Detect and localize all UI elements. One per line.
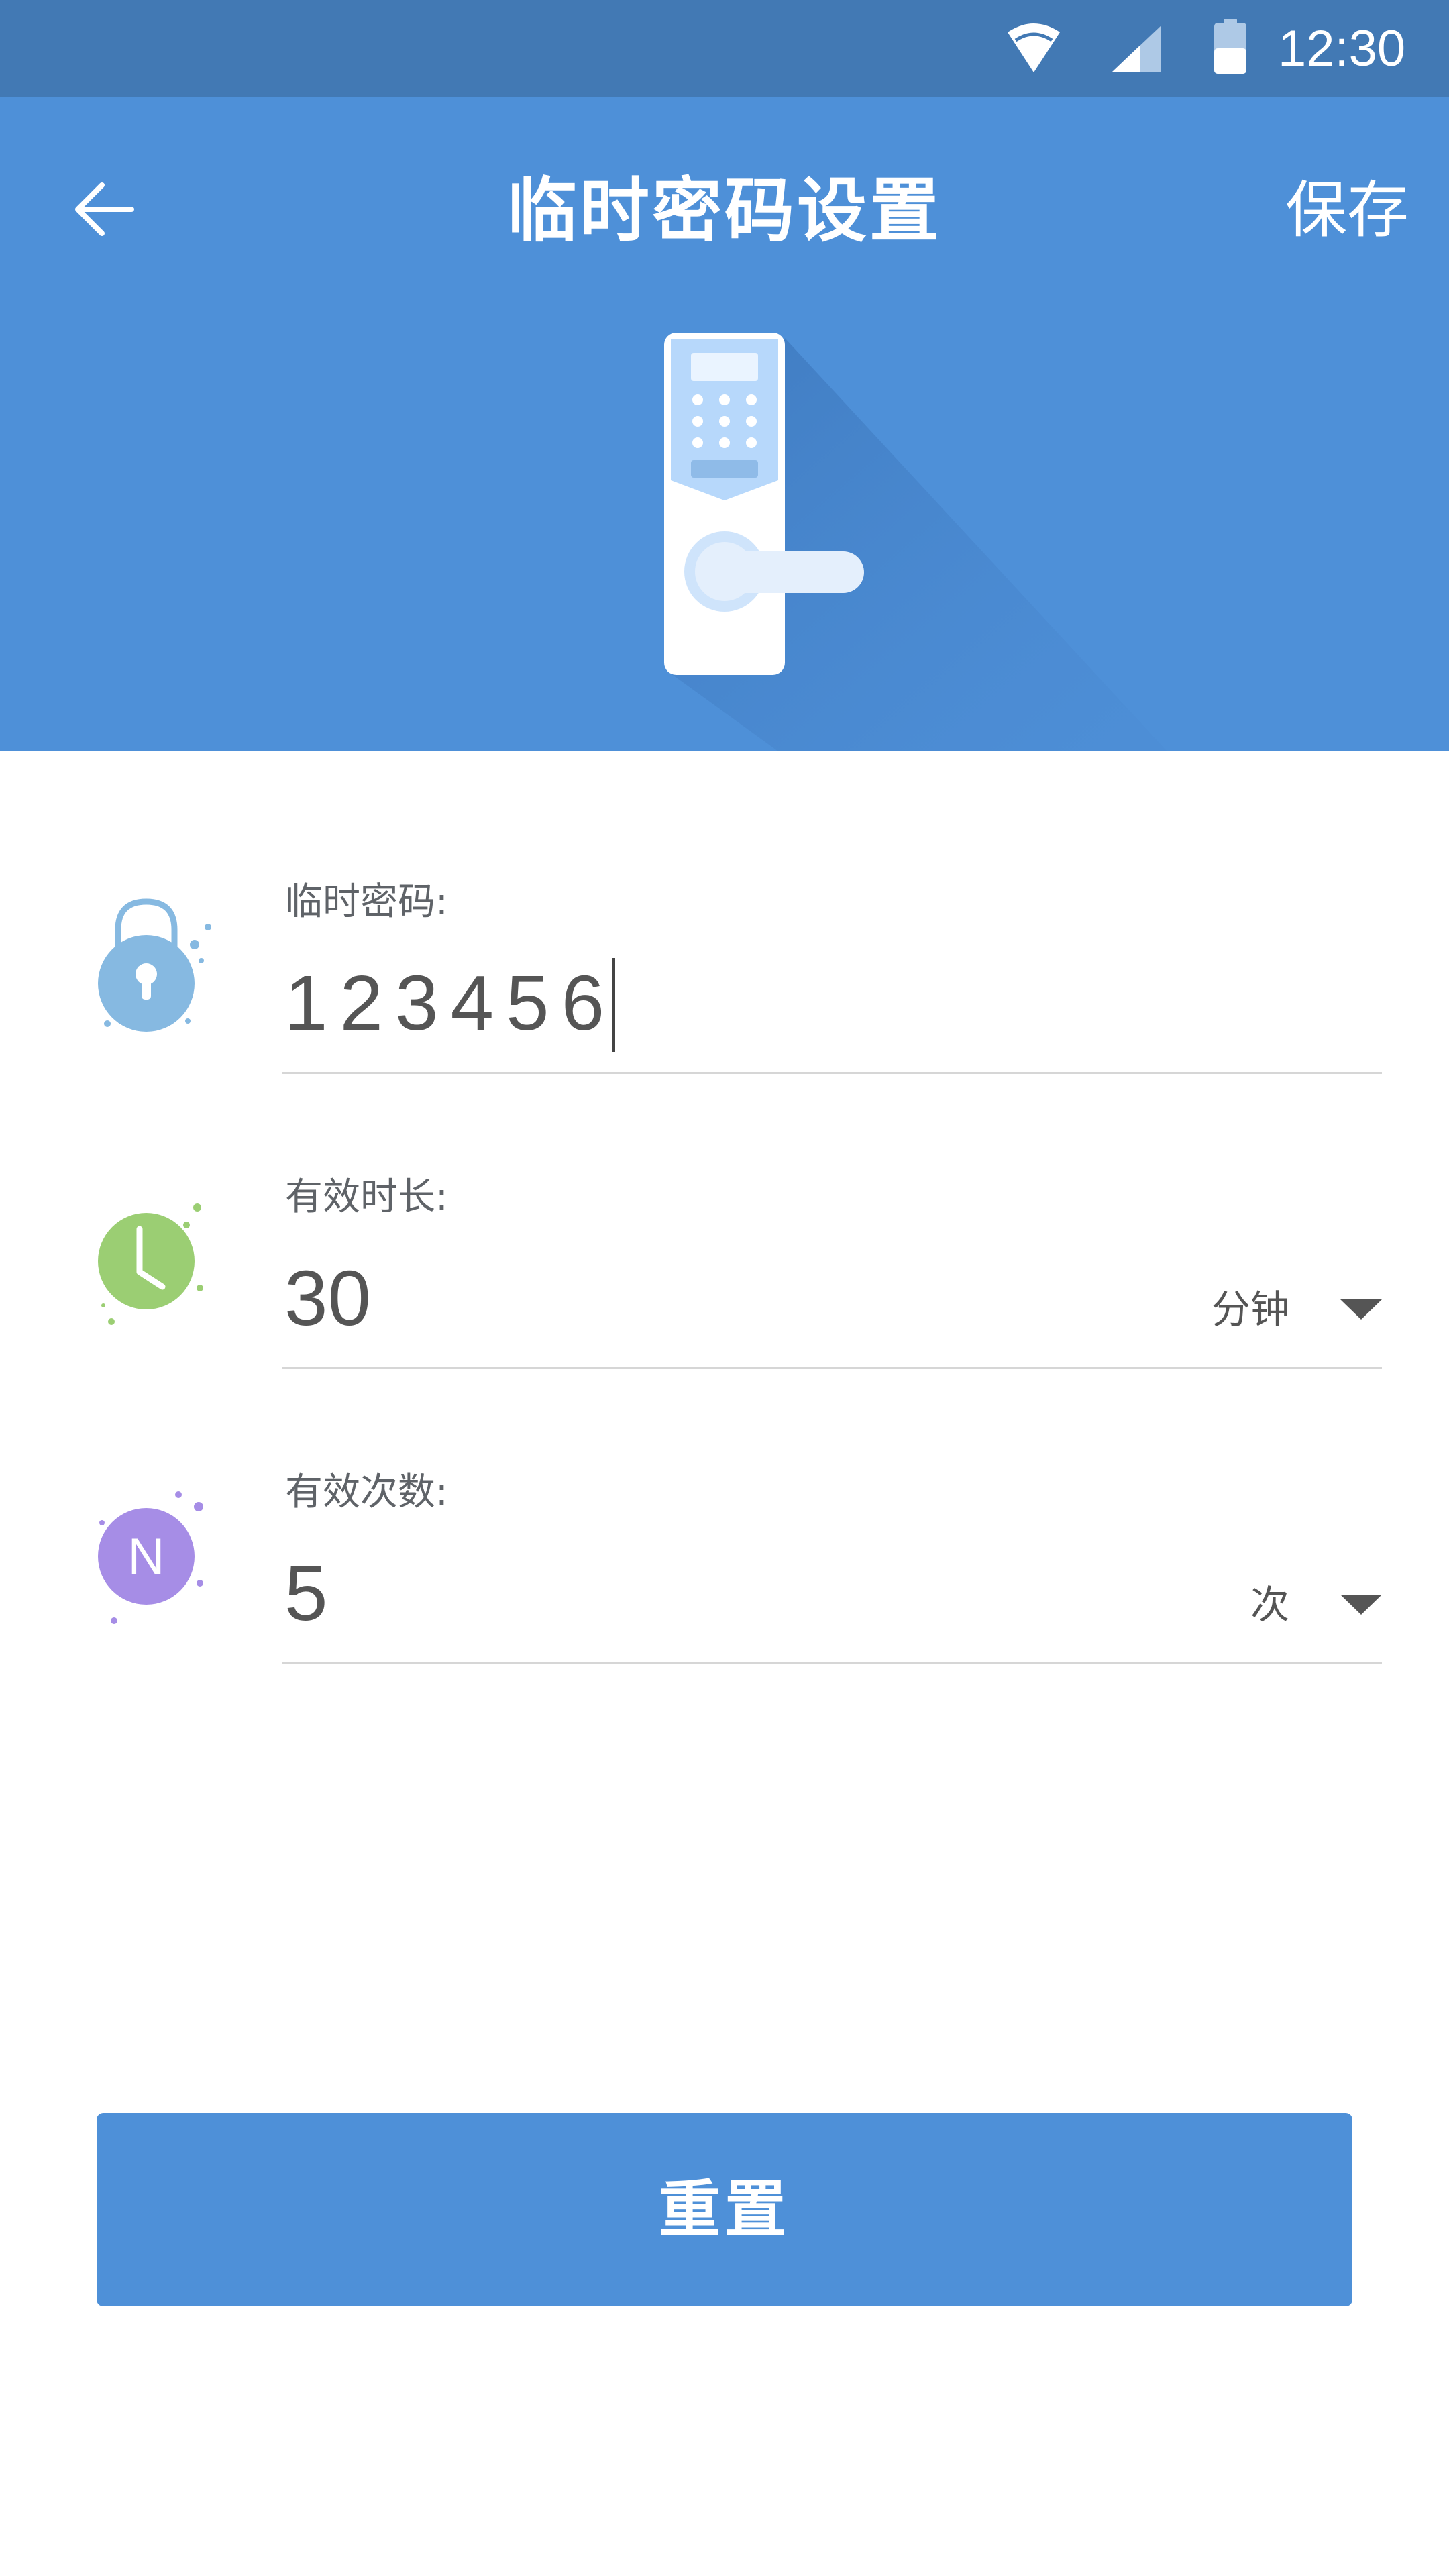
duration-label: 有效时长: bbox=[285, 1175, 448, 1219]
wifi-icon bbox=[1008, 23, 1060, 72]
password-row: 临时密码: bbox=[0, 865, 1449, 1107]
status-bar: 12:30 bbox=[0, 0, 1449, 97]
password-input[interactable] bbox=[282, 953, 606, 1053]
page-title: 临时密码设置 bbox=[506, 170, 942, 252]
padlock-icon bbox=[98, 898, 211, 1032]
n-badge-letter: N bbox=[128, 1528, 165, 1585]
count-label: 有效次数: bbox=[285, 1470, 448, 1514]
n-badge-icon: N bbox=[98, 1491, 203, 1624]
duration-underline bbox=[282, 1367, 1382, 1369]
save-button[interactable]: 保存 bbox=[1248, 167, 1409, 254]
count-input[interactable] bbox=[282, 1543, 888, 1644]
chevron-down-icon bbox=[1340, 1595, 1382, 1615]
signal-icon bbox=[1112, 25, 1161, 72]
count-underline bbox=[282, 1662, 1382, 1664]
duration-unit-select[interactable]: 分钟 bbox=[1212, 1276, 1382, 1343]
count-row: N 有效次数: 次 bbox=[0, 1456, 1449, 1697]
duration-row: 有效时长: 分钟 bbox=[0, 1161, 1449, 1402]
count-unit-label: 次 bbox=[1250, 1582, 1289, 1627]
status-time: 12:30 bbox=[1278, 20, 1406, 77]
text-cursor bbox=[612, 958, 615, 1052]
count-unit-select[interactable]: 次 bbox=[1250, 1571, 1382, 1638]
duration-unit-label: 分钟 bbox=[1211, 1287, 1289, 1332]
clock-icon bbox=[98, 1203, 203, 1325]
reset-button[interactable]: 重置 bbox=[97, 2113, 1352, 2306]
app-screen: 12:30 临时密码设置 保存 临时密码: 123456 有效时长: 30 分钟… bbox=[0, 0, 1449, 2576]
password-label: 临时密码: bbox=[285, 880, 448, 924]
back-button[interactable] bbox=[60, 164, 148, 251]
chevron-down-icon bbox=[1340, 1299, 1382, 1320]
app-header: 临时密码设置 保存 bbox=[0, 97, 1449, 751]
password-underline bbox=[282, 1072, 1382, 1074]
battery-icon bbox=[1214, 19, 1246, 74]
arrow-left-icon bbox=[75, 182, 134, 236]
duration-input[interactable] bbox=[282, 1248, 888, 1348]
